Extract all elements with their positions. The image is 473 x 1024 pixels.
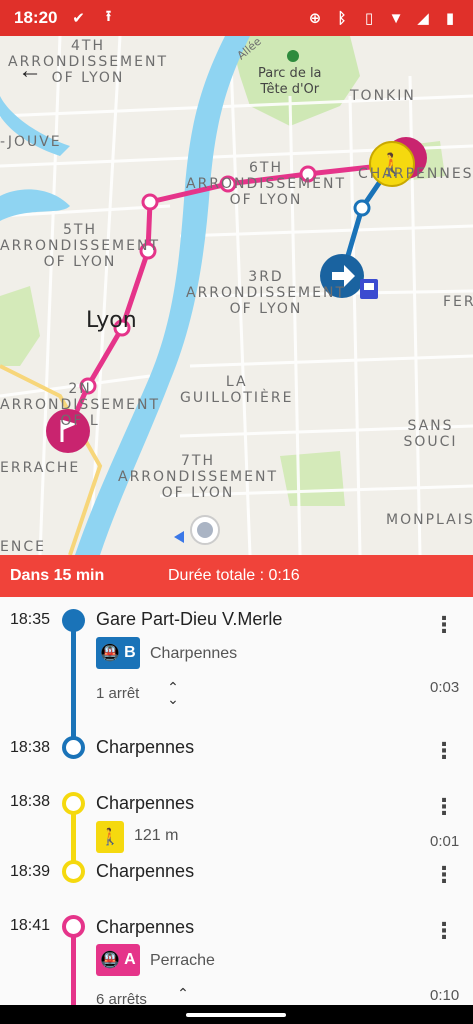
more-options-icon[interactable]: ⋮: [432, 737, 456, 765]
wifi-icon: ▼: [388, 9, 404, 27]
trip-summary-bar: Dans 15 min Durée totale : 0:16: [0, 555, 473, 597]
leg3-start-dot: [62, 915, 85, 938]
map-label-ence: ENCE: [0, 539, 46, 555]
leg1-departure-stop[interactable]: Gare Part-Dieu V.Merle: [96, 609, 282, 630]
leg2-arrival-time: 18:39: [10, 863, 51, 880]
walk-icon: 🚶: [96, 821, 124, 853]
leg-line-metro-b: [71, 619, 76, 747]
map-label-7th-arrondissement: 7TH ARRONDISSEMENT OF LYON: [118, 453, 279, 501]
status-time: 18:20: [14, 8, 58, 27]
leg3-duration: 0:10: [430, 987, 460, 1004]
bluetooth-icon: ᛒ: [337, 9, 347, 27]
metro-line-badge-b[interactable]: 🚇 B: [96, 637, 140, 669]
metro-icon: 🚇: [100, 645, 121, 662]
total-duration: Durée totale : 0:16: [168, 567, 300, 584]
arrival-stop-dot: [62, 736, 85, 759]
upload-icon: ⭱: [105, 7, 112, 25]
leg2-departure-time: 18:38: [10, 793, 51, 810]
map-label-sans-souci: SANS SOUCI: [403, 418, 458, 450]
walk-end-dot: [62, 860, 85, 883]
back-arrow-icon[interactable]: ←: [18, 56, 48, 86]
more-options-icon[interactable]: ⋮: [432, 793, 456, 821]
map-label-5th-arrondissement: 5TH ARRONDISSEMENT OF LYON: [0, 222, 161, 270]
map-label-2nd-arrondissement: 2N ARRONDISSEMENT OF L: [0, 381, 161, 429]
map-label-jouve: -JOUVE: [0, 134, 62, 150]
system-navigation-bar: [0, 1005, 473, 1024]
map-label-tonkin: TONKIN: [350, 88, 416, 104]
done-all-icon: ✔: [72, 10, 85, 27]
alarm-icon: ⊕: [308, 10, 322, 27]
metro-icon: 🚇: [100, 952, 121, 969]
leg3-direction: Perrache: [150, 952, 215, 969]
battery-icon: ▮: [445, 10, 455, 27]
map-label-parc-tete-dor: Parc de la Tête d'Or: [258, 66, 322, 97]
status-bar: 18:20 ✔ ⭱ ⊕ ᛒ ▯ ▼ ◢ ▮: [0, 0, 473, 36]
leg1-departure-time: 18:35: [10, 611, 51, 628]
leg2-duration: 0:01: [430, 833, 460, 850]
map-label-la-guillotiere: LA GUILLOTIÈRE: [180, 374, 294, 406]
map-label-6th-arrondissement: 6TH ARRONDISSEMENT OF LYON: [186, 160, 347, 208]
map-label-charpennes: CHARPENNES: [358, 166, 473, 182]
signal-icon: ◢: [417, 10, 429, 27]
leg1-stop-count: 1 arrêt: [96, 685, 140, 702]
leg1-arrival-time: 18:38: [10, 739, 51, 756]
leg3-stop-count: 6 arrêts: [96, 991, 147, 1005]
itinerary-list[interactable]: 18:35 Gare Part-Dieu V.Merle ⋮ 🚇 B Charpe…: [0, 597, 473, 1005]
leg-line-metro-a: [71, 927, 76, 1005]
leg1-arrival-stop[interactable]: Charpennes: [96, 737, 194, 758]
walk-start-dot: [62, 792, 85, 815]
expand-stops-icon[interactable]: ⌃ ⌄: [164, 680, 182, 706]
more-options-icon[interactable]: ⋮: [432, 861, 456, 889]
map-label-3rd-arrondissement: 3RD ARRONDISSEMENT OF LYON: [186, 269, 347, 317]
map-label-fer: FER: [443, 294, 473, 310]
departure-stop-dot: [62, 609, 85, 632]
departure-eta: Dans 15 min: [10, 567, 105, 584]
map-label-lyon: Lyon: [86, 308, 137, 333]
home-gesture-handle[interactable]: [186, 1013, 286, 1017]
more-options-icon[interactable]: ⋮: [432, 917, 456, 945]
more-options-icon[interactable]: ⋮: [432, 611, 456, 639]
vibrate-icon: ▯: [364, 10, 374, 27]
map-label-perrache: ERRACHE: [0, 460, 81, 476]
walk-distance: 121 m: [134, 827, 179, 844]
leg1-direction: Charpennes: [150, 645, 238, 662]
expand-stops-icon[interactable]: ⌃: [174, 986, 192, 1000]
leg1-duration: 0:03: [430, 679, 460, 696]
metro-line-badge-a[interactable]: 🚇 A: [96, 944, 140, 976]
map-label-monplaisir: MONPLAISIR: [386, 512, 473, 528]
leg3-departure-stop[interactable]: Charpennes: [96, 917, 194, 938]
leg3-departure-time: 18:41: [10, 917, 51, 934]
route-map[interactable]: 🚶 4TH ARRONDISSEMENT OF LYON Allée Parc …: [0, 36, 473, 555]
leg2-departure-stop[interactable]: Charpennes: [96, 793, 194, 814]
leg2-arrival-stop[interactable]: Charpennes: [96, 861, 194, 882]
